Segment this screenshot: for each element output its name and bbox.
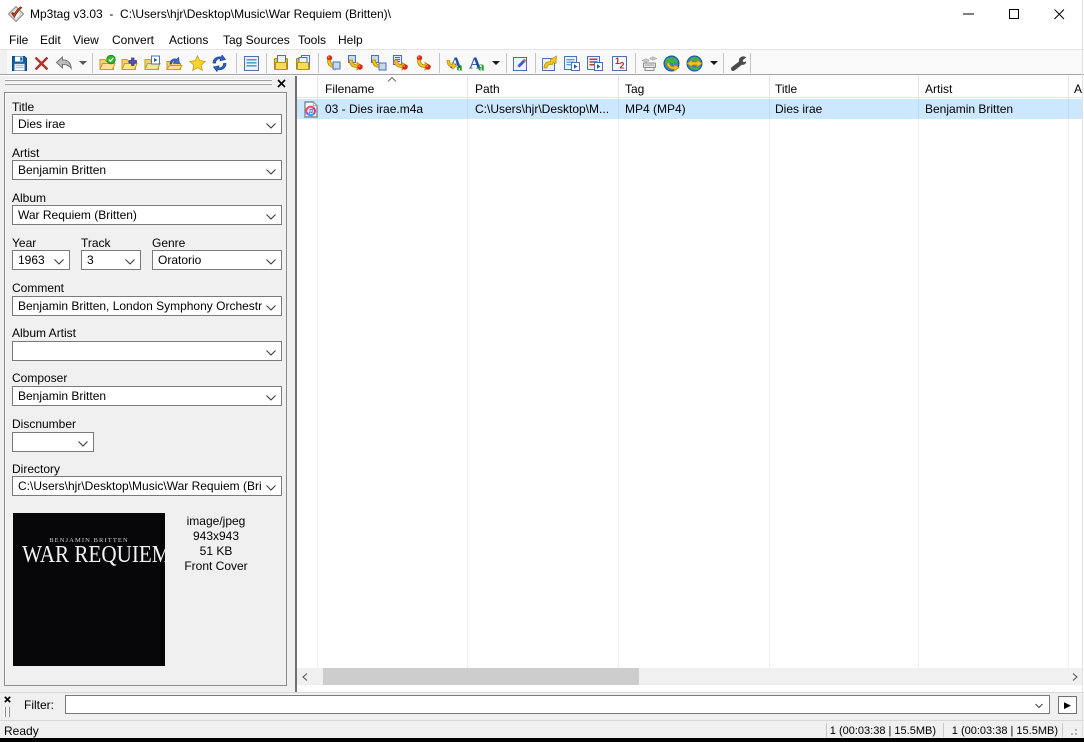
svg-text:a: a	[478, 59, 485, 73]
svg-text:2: 2	[620, 61, 625, 71]
